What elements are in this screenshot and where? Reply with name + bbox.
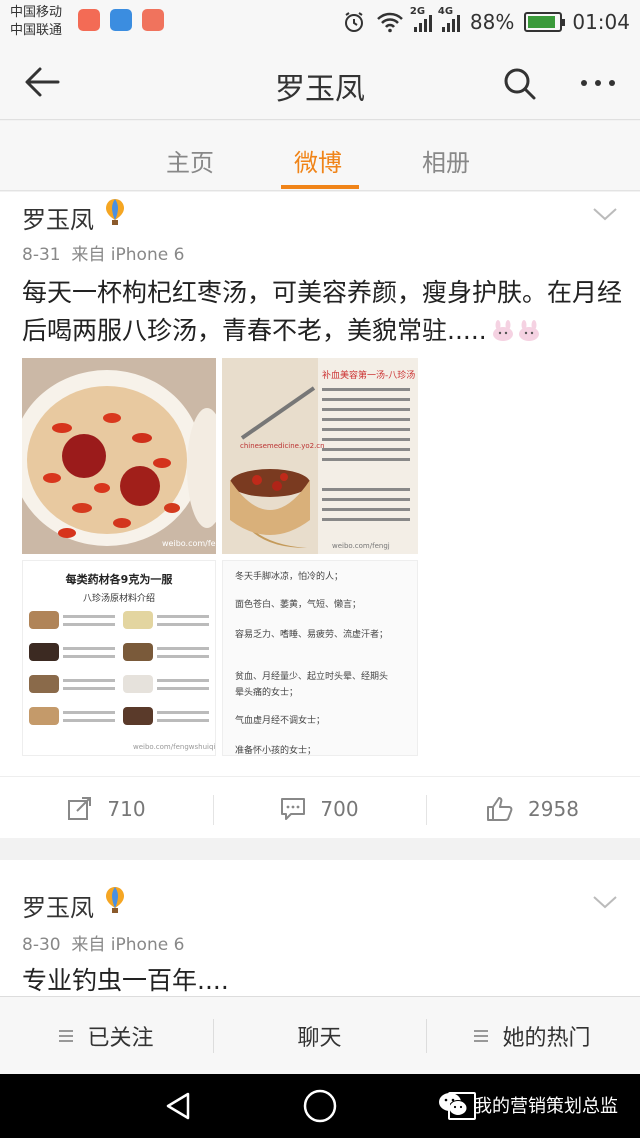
image-text-line: 贫血、月经量少、起立时头晕、经期头 <box>235 672 389 682</box>
chat-button[interactable]: 聊天 <box>213 997 426 1075</box>
hot-posts-label: 她的热门 <box>502 1026 591 1051</box>
weibo-post[interactable]: 罗玉凤 8-31 来自 iPhone 6 每天一杯枸杞红枣汤，可美容养颜，瘦身护… <box>0 192 640 838</box>
post-image-text-list[interactable]: 冬天手脚冰凉，怕冷的人； 面色苍白、萎黄，气短、懒言； 容易乏力、嗜睡、易疲劳、… <box>222 560 418 756</box>
image-watermark: weibo.com/fengj <box>332 542 390 550</box>
following-label: 已关注 <box>87 1026 154 1051</box>
signal-4g-icon: 4G <box>438 6 460 32</box>
active-tab-indicator <box>281 185 359 189</box>
image-title: 补血美容第一汤-八珍汤 <box>322 371 416 381</box>
herb-image <box>29 643 59 661</box>
post-meta: 8-30 来自 iPhone 6 <box>22 930 184 955</box>
tab-album[interactable]: 相册 <box>422 143 470 178</box>
post-date: 8-30 <box>22 935 61 955</box>
post-image-bazhen-soup[interactable]: 补血美容第一汤-八珍汤 chinesemedicine.yo2.cn weibo… <box>222 358 418 554</box>
balloon-badge-icon <box>106 887 124 913</box>
post-text: 每天一杯枸杞红枣汤，可美容养颜，瘦身护肤。在月经后喝两服八珍汤，青春不老，美貌常… <box>22 274 622 350</box>
image-title: 每类药材各9克为一服 <box>65 573 173 586</box>
herb-image <box>29 675 59 693</box>
status-bar: 中国移动 中国联通 2G 4G 88% 01:04 <box>0 0 640 44</box>
bunny-emoji-icon <box>492 320 513 341</box>
recent-apps-square-icon[interactable] <box>448 1092 476 1120</box>
image-text-line: 晕头痛的女士； <box>235 688 299 698</box>
herb-image <box>123 675 153 693</box>
alarm-icon <box>344 12 363 32</box>
tab-home[interactable]: 主页 <box>166 143 214 178</box>
chat-label: 聊天 <box>297 1026 342 1051</box>
herb-image <box>123 611 153 629</box>
goji-soup-photo: weibo.com/feng <box>22 358 216 554</box>
comment-icon <box>281 798 306 820</box>
repost-count: 710 <box>107 797 146 821</box>
carrier-2: 中国联通 <box>10 23 63 38</box>
network-4g-label: 4G <box>437 6 454 17</box>
weibo-post[interactable]: 罗玉凤 8-30 来自 iPhone 6 专业钓虫一百年.... <box>0 860 640 996</box>
profile-tabs: 主页 微博 相册 <box>0 121 640 191</box>
post-author[interactable]: 罗玉凤 <box>22 200 94 235</box>
network-2g-label: 2G <box>409 6 426 17</box>
battery-icon <box>524 12 566 32</box>
post-image-herbs-chart[interactable]: 每类药材各9克为一服 八珍汤原材料介绍 weibo.com/fengwshuiq… <box>22 560 216 756</box>
notification-health-icon <box>110 9 132 31</box>
watermark-text: 我的营销策划总监 <box>474 1096 618 1117</box>
balloon-badge-icon <box>106 199 124 225</box>
notification-app2-icon <box>142 9 164 31</box>
back-triangle-icon[interactable] <box>162 1090 194 1122</box>
post-image-goji-soup[interactable]: weibo.com/feng <box>22 358 216 554</box>
battery-percent: 88% <box>469 10 515 34</box>
herb-image <box>123 707 153 725</box>
search-icon[interactable] <box>500 64 540 104</box>
carrier-labels: 中国移动 中国联通 <box>10 4 62 40</box>
profile-bottom-bar: 已关注 聊天 她的热门 <box>0 996 640 1074</box>
herb-image <box>29 611 59 629</box>
herb-image <box>29 707 59 725</box>
comment-count: 700 <box>320 797 359 821</box>
post-meta: 8-31 来自 iPhone 6 <box>22 240 184 265</box>
notification-app-icon <box>78 9 100 31</box>
bunny-emoji-icon <box>518 320 539 341</box>
status-indicators: 2G 4G 88% 01:04 <box>342 6 630 38</box>
top-nav-bar: 罗玉凤 <box>0 44 640 120</box>
hot-posts-button[interactable]: 她的热门 <box>426 997 639 1075</box>
post-source: 来自 iPhone 6 <box>71 245 185 265</box>
battery-fill <box>528 16 555 28</box>
image-watermark: weibo.com/fengwshuiqing <box>133 743 216 751</box>
carrier-1: 中国移动 <box>10 5 63 20</box>
post-text: 专业钓虫一百年.... <box>22 966 229 995</box>
image-text-line: 面色苍白、萎黄，气短、懒言； <box>235 600 362 610</box>
clock: 01:04 <box>572 10 630 34</box>
comment-button[interactable]: 700 <box>213 777 426 841</box>
image-text-line: 冬天手脚冰凉，怕冷的人； <box>235 572 344 582</box>
repost-button[interactable]: 710 <box>0 777 213 841</box>
chevron-down-icon[interactable] <box>592 894 618 910</box>
menu-icon <box>474 1030 489 1042</box>
image-watermark: weibo.com/feng <box>162 539 216 548</box>
post-source: 来自 iPhone 6 <box>71 935 185 955</box>
image-subtitle: 八珍汤原材料介绍 <box>82 594 155 604</box>
repost-icon <box>68 797 92 820</box>
home-circle-icon[interactable] <box>302 1088 338 1124</box>
signal-2g-icon: 2G <box>410 6 432 32</box>
post-actions: 710 700 2958 <box>0 776 640 840</box>
post-author[interactable]: 罗玉凤 <box>22 888 94 923</box>
profile-title: 罗玉凤 <box>275 72 365 107</box>
tab-weibo[interactable]: 微博 <box>294 143 342 178</box>
image-url: chinesemedicine.yo2.cn <box>240 442 325 450</box>
herb-image <box>123 643 153 661</box>
wifi-icon <box>377 12 403 33</box>
like-button[interactable]: 2958 <box>426 777 639 841</box>
system-navigation-bar: 我的营销策划总监 <box>0 1074 640 1138</box>
following-button[interactable]: 已关注 <box>0 997 213 1075</box>
menu-icon <box>59 1030 74 1042</box>
thumbs-up-icon <box>487 797 513 821</box>
post-date: 8-31 <box>22 245 61 265</box>
more-options-icon[interactable] <box>576 68 620 98</box>
image-text-line: 容易乏力、嗜睡、易疲劳、流虚汗者； <box>235 630 389 640</box>
like-count: 2958 <box>528 797 579 821</box>
image-text-line: 气血虚月经不调女士； <box>235 716 326 726</box>
chevron-down-icon[interactable] <box>592 206 618 222</box>
image-text-line: 准备怀小孩的女士； <box>235 746 317 756</box>
